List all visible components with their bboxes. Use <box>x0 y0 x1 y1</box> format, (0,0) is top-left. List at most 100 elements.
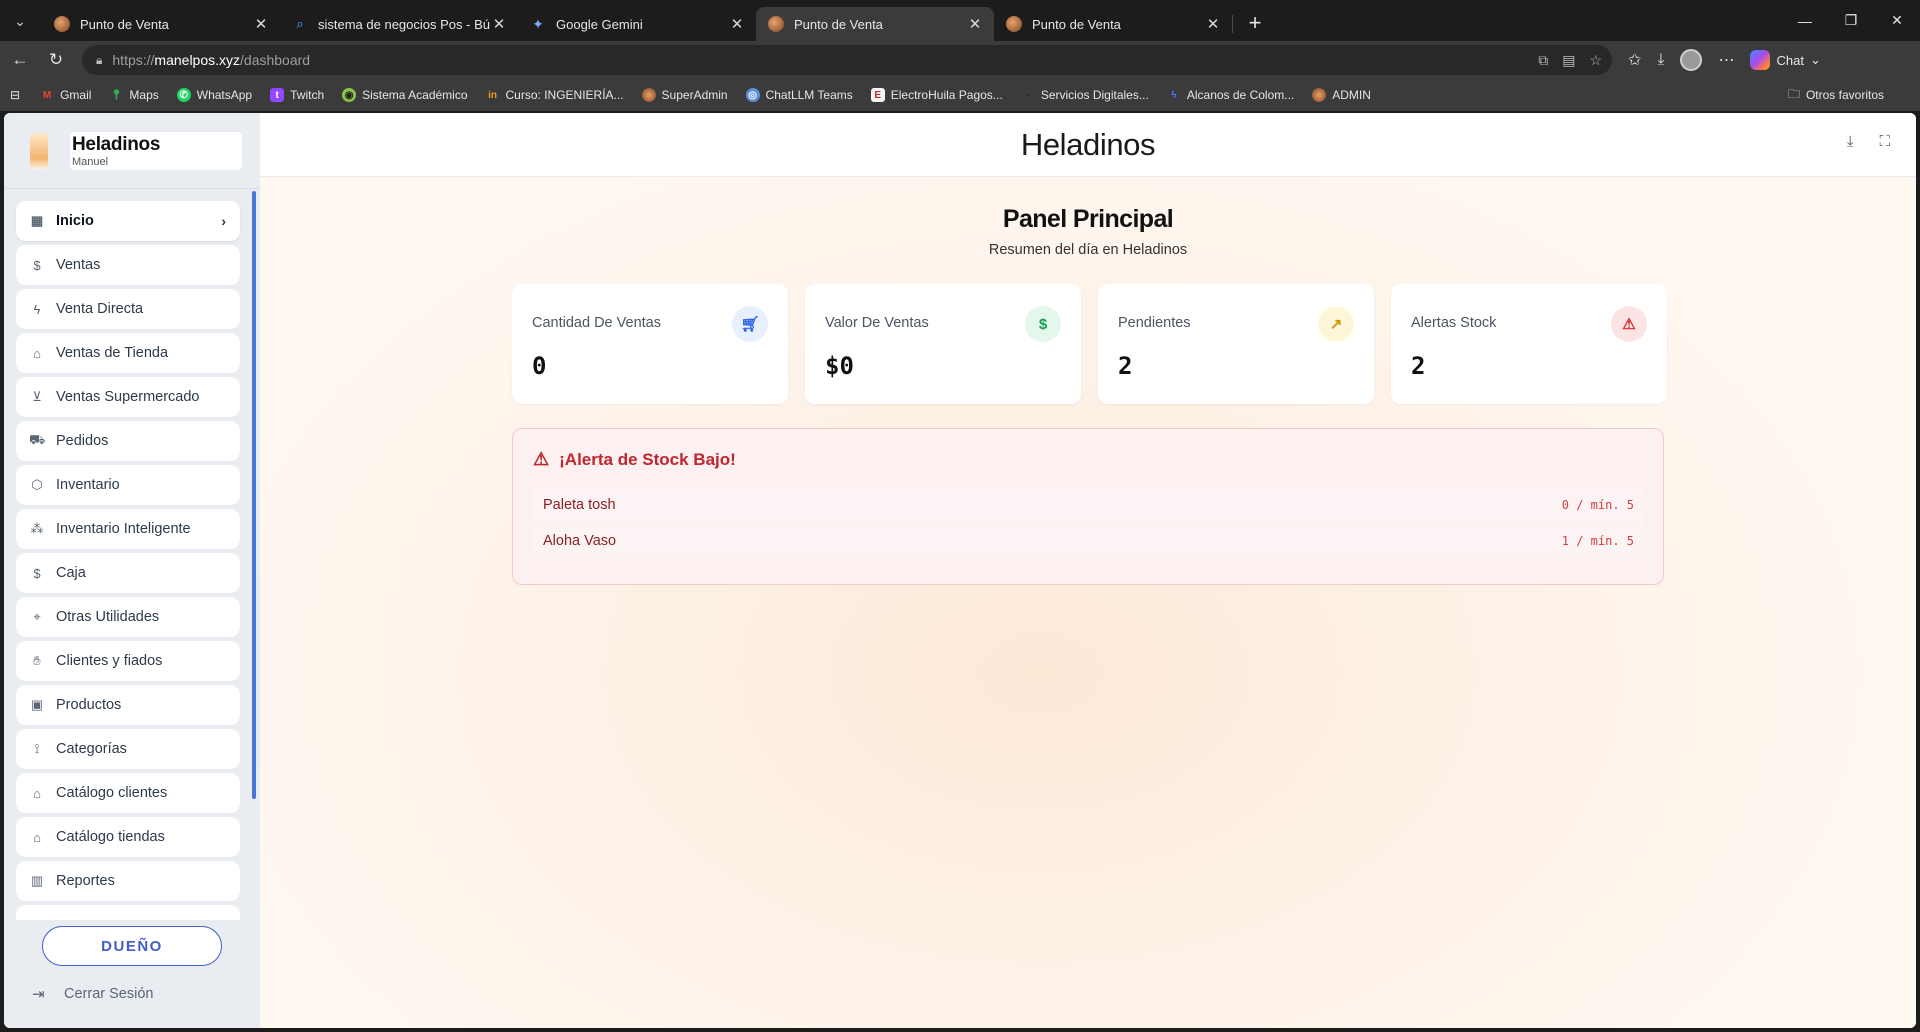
browser-tab[interactable]: ✦ Google Gemini ✕ <box>518 7 756 41</box>
stat-value: $0 <box>825 352 854 380</box>
reader-view-icon[interactable]: ▤ <box>1562 52 1575 69</box>
browser-tab[interactable]: ⌕ sistema de negocios Pos - Búsqueda ✕ <box>280 7 518 41</box>
stock-alert-title: ¡Alerta de Stock Bajo! <box>559 449 736 469</box>
sidebar-item-ventas[interactable]: $ Ventas <box>16 245 240 285</box>
browser-tab-active[interactable]: Punto de Venta ✕ <box>756 7 994 41</box>
bookmark-label: SuperAdmin <box>661 88 728 102</box>
other-favorites[interactable]: 🗀︎ Otros favoritos <box>1788 85 1884 106</box>
sidebar-item-reportes[interactable]: ▥ Reportes <box>16 861 240 901</box>
sidebar-item-partial[interactable] <box>16 905 240 920</box>
favorite-star-icon[interactable]: ☆ <box>1589 52 1602 69</box>
copilot-chat-button[interactable]: Chat ⌄ <box>1750 50 1821 70</box>
bookmark-electrohuila[interactable]: E ElectroHuila Pagos... <box>870 88 1003 102</box>
store-icon <box>54 16 70 32</box>
back-icon[interactable]: ← <box>4 44 36 76</box>
store-icon: ⌂ <box>33 345 41 361</box>
logout-button[interactable]: ⇥ Cerrar Sesión <box>32 985 153 1003</box>
collections-icon[interactable]: ⊟ <box>10 88 20 102</box>
tab-strip: ⌄ Punto de Venta ✕ ⌕ sistema de negocios… <box>0 0 1920 41</box>
brand-header: Heladinos Manuel <box>4 113 260 189</box>
role-button[interactable]: DUEÑO <box>42 926 222 966</box>
electrohuila-icon: E <box>870 88 885 102</box>
browser-tab[interactable]: Punto de Venta ✕ <box>994 7 1232 41</box>
stock-alert-row: Paleta tosh 0 / mín. 5 <box>531 487 1646 522</box>
dollar-icon: $ <box>1025 306 1061 342</box>
bookmark-servicios-digitales[interactable]: ▪ Servicios Digitales... <box>1021 88 1149 102</box>
gemini-icon: ✦ <box>532 15 544 32</box>
user-name: Manuel <box>72 155 109 168</box>
close-icon[interactable]: ✕ <box>252 15 270 33</box>
brand-names: Heladinos Manuel <box>70 131 242 170</box>
sidebar-item-inventario[interactable]: ⬡ Inventario <box>16 465 240 505</box>
sidebar-item-otras-utilidades[interactable]: ⌖ Otras Utilidades <box>16 597 240 637</box>
bookmark-curso[interactable]: in Curso: INGENIERÍA... <box>486 88 624 102</box>
sidebar-item-label: Inventario <box>56 477 120 493</box>
close-icon[interactable]: ✕ <box>728 15 746 33</box>
sidebar-item-inventario-inteligente[interactable]: ⁂ Inventario Inteligente <box>16 509 240 549</box>
bar-chart-icon: ▥ <box>30 873 44 888</box>
downloads-icon[interactable]: ⤓ <box>1657 51 1664 69</box>
url-protocol: https:// <box>112 52 155 68</box>
profile-avatar[interactable] <box>1680 49 1703 71</box>
sidebar-item-ventas-tienda[interactable]: ⌂ Ventas de Tienda <box>16 333 240 373</box>
more-options-icon[interactable]: ⋯ <box>1718 50 1734 70</box>
minimize-icon[interactable]: — <box>1782 0 1828 41</box>
sidebar-item-clientes-fiados[interactable]: ✋︎ Clientes y fiados <box>16 641 240 681</box>
bookmark-label: Sistema Académico <box>362 88 468 102</box>
sidebar-item-pedidos[interactable]: ⛟ Pedidos <box>16 421 240 461</box>
download-icon[interactable]: ⤓ <box>1847 133 1854 150</box>
grid-icon: ▦ <box>30 213 44 228</box>
sidebar-item-productos[interactable]: ▣ Productos <box>16 685 240 725</box>
sidebar-item-label: Inicio <box>56 213 94 229</box>
chevron-right-icon: › <box>221 213 226 229</box>
bookmark-label: Curso: INGENIERÍA... <box>505 88 624 102</box>
bookmark-alcanos[interactable]: ϟ Alcanos de Colom... <box>1167 88 1294 102</box>
fullscreen-icon[interactable]: ⛶ <box>1879 133 1890 150</box>
tab-actions-menu-button[interactable]: ⌄ <box>6 7 34 35</box>
bookmark-maps[interactable]: 📍︎ Maps <box>109 88 159 102</box>
dollar-receipt-icon: $ <box>33 257 41 273</box>
bookmark-superadmin[interactable]: SuperAdmin <box>641 88 728 102</box>
product-stock: 0 / mín. 5 <box>1561 497 1634 512</box>
bookmark-twitch[interactable]: t Twitch <box>270 88 324 102</box>
bookmark-label: Gmail <box>60 88 92 102</box>
close-icon[interactable]: ✕ <box>490 15 508 33</box>
sidebar-scrollbar[interactable] <box>252 191 256 799</box>
sidebar-item-inicio[interactable]: ▦ Inicio › <box>16 201 240 241</box>
sidebar-item-catalogo-tiendas[interactable]: ⌂ Catálogo tiendas <box>16 817 240 857</box>
url-field[interactable]: 🔒︎ https:// manelpos.xyz /dashboard ⧉ ▤ … <box>82 45 1612 75</box>
open-in-app-icon[interactable]: ⧉ <box>1538 52 1548 69</box>
gmail-icon: M <box>42 89 52 101</box>
sidebar-item-label: Venta Directa <box>56 301 144 317</box>
sidebar-item-ventas-supermercado[interactable]: ⊻ Ventas Supermercado <box>16 377 240 417</box>
bookmark-whatsapp[interactable]: ✆ WhatsApp <box>176 88 252 102</box>
sidebar-item-venta-directa[interactable]: ϟ Venta Directa <box>16 289 240 329</box>
sidebar-item-catalogo-clientes[interactable]: ⌂ Catálogo clientes <box>16 773 240 813</box>
close-icon[interactable]: ✕ <box>966 15 984 33</box>
sidebar-item-categorias[interactable]: ⟟ Categorías <box>16 729 240 769</box>
sidebar-item-label: Pedidos <box>56 433 109 449</box>
bookmark-label: Twitch <box>290 88 325 102</box>
sidebar-item-label: Caja <box>56 565 86 581</box>
alcanos-icon: ϟ <box>1171 89 1177 101</box>
product-name: Aloha Vaso <box>543 532 617 549</box>
twitch-icon: t <box>270 88 285 102</box>
box-icon: ⬡ <box>31 477 43 492</box>
lock-icon[interactable]: 🔒︎ <box>96 53 102 68</box>
bookmark-chatllm[interactable]: ◎ ChatLLM Teams <box>745 88 853 102</box>
stat-card-alertas-stock: Alertas Stock ⚠︎ 2 <box>1391 284 1667 404</box>
stock-alert-panel: ⚠︎ ¡Alerta de Stock Bajo! Paleta tosh 0 … <box>512 428 1664 585</box>
restore-icon[interactable]: ❐ <box>1828 0 1874 41</box>
close-icon[interactable]: ✕ <box>1204 15 1222 33</box>
store-icon <box>1312 88 1327 102</box>
refresh-icon[interactable]: ↻ <box>40 44 72 76</box>
favorites-icon[interactable]: ✩ <box>1628 50 1641 70</box>
sidebar-item-caja[interactable]: $ Caja <box>16 553 240 593</box>
bookmark-admin[interactable]: ADMIN <box>1312 88 1371 102</box>
close-window-icon[interactable]: ✕ <box>1874 0 1920 41</box>
sidebar-item-label: Ventas Supermercado <box>56 389 200 405</box>
bookmark-gmail[interactable]: M Gmail <box>40 88 92 102</box>
new-tab-button[interactable]: + <box>1239 7 1271 39</box>
bookmark-sistema-academico[interactable]: ◉ Sistema Académico <box>342 88 468 102</box>
browser-tab[interactable]: Punto de Venta ✕ <box>42 7 280 41</box>
